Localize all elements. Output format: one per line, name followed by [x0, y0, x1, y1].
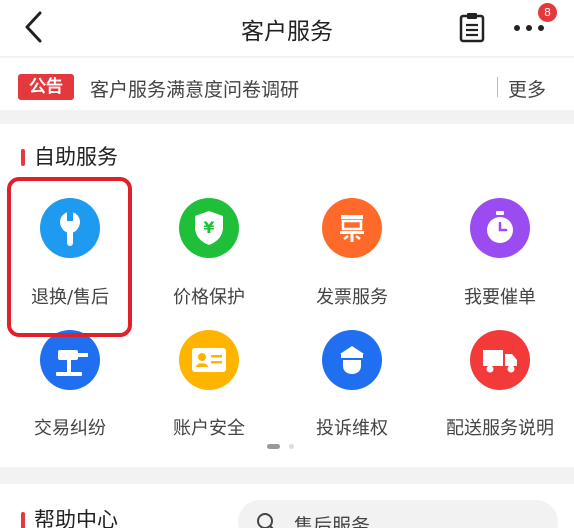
service-label: 我要催单	[464, 287, 536, 308]
service-label: 发票服务	[316, 287, 388, 308]
search-input[interactable]: 售后服务	[238, 500, 558, 528]
service-label: 配送服务说明	[446, 418, 554, 439]
top-bar: 客户服务 8	[0, 0, 574, 56]
service-label: 交易纠纷	[34, 418, 106, 439]
service-item-price-protect[interactable]: ¥ 价格保护	[139, 198, 279, 338]
notice-more-link[interactable]: 更多	[508, 75, 546, 102]
shield-yen-icon: ¥	[179, 198, 239, 258]
notice-bar[interactable]: 公告 客户服务满意度问卷调研 更多	[0, 58, 574, 110]
notification-badge: 8	[538, 3, 557, 22]
service-label: 价格保护	[173, 287, 245, 308]
section-marker	[21, 149, 25, 166]
service-label: 投诉维权	[316, 418, 388, 439]
more-button[interactable]: 8	[510, 3, 557, 42]
service-label: 账户安全	[173, 418, 245, 439]
page-dot	[289, 444, 294, 449]
search-icon	[257, 513, 274, 528]
help-center-card: 帮助中心 售后服务	[0, 484, 574, 528]
service-item-invoice[interactable]: 发票服务	[282, 198, 422, 338]
police-icon	[322, 330, 382, 390]
stopwatch-icon	[470, 198, 530, 258]
service-item-urge[interactable]: 我要催单	[430, 198, 570, 338]
search-text: 售后服务	[294, 515, 371, 528]
id-card-icon	[179, 330, 239, 390]
section-title: 帮助中心	[34, 508, 118, 528]
svg-text:¥: ¥	[203, 218, 214, 237]
page-indicator	[0, 444, 574, 452]
clipboard-icon[interactable]	[458, 11, 486, 43]
section-marker	[21, 512, 25, 528]
notice-text[interactable]: 客户服务满意度问卷调研	[90, 75, 299, 102]
invoice-icon	[322, 198, 382, 258]
highlight-box	[7, 177, 132, 337]
page-title: 客户服务	[241, 19, 333, 45]
page-dot-active	[267, 444, 280, 449]
section-title: 自助服务	[34, 145, 118, 169]
gavel-icon	[40, 330, 100, 390]
divider	[497, 77, 498, 97]
notice-tag: 公告	[18, 74, 74, 100]
more-dots-icon	[514, 25, 544, 31]
truck-icon	[470, 330, 530, 390]
